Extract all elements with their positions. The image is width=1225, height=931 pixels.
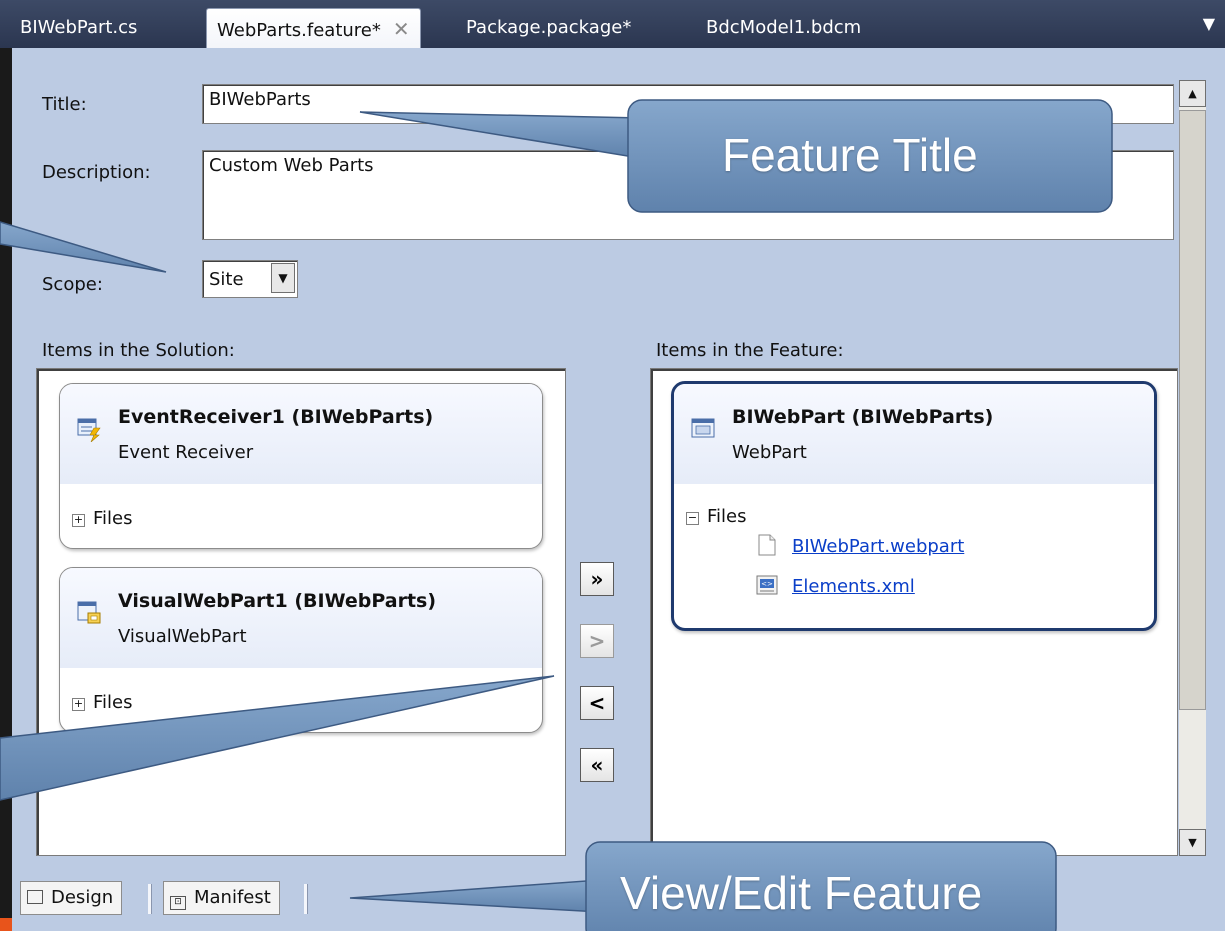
scope-dropdown[interactable]: Site ▼ (202, 260, 298, 298)
tab-label: WebParts.feature* (217, 20, 381, 41)
add-button[interactable]: > (580, 624, 614, 658)
callout-feature-title-text: Feature Title (722, 129, 978, 181)
vertical-scrollbar[interactable]: ▲ ▼ (1179, 80, 1206, 856)
files-node[interactable]: − Files (686, 506, 747, 527)
scroll-down-icon[interactable]: ▼ (1179, 829, 1206, 856)
files-label: Files (93, 508, 133, 529)
document-tab-bar: BIWebPart.cs WebParts.feature* ✕ Package.… (0, 0, 1225, 49)
manifest-view-button[interactable]: ⊡ Manifest (163, 881, 280, 915)
title-label: Title: (42, 94, 87, 115)
file-link-elements[interactable]: Elements.xml (792, 576, 915, 597)
view-separator (304, 884, 308, 914)
design-label: Design (51, 887, 114, 908)
card-header (60, 568, 542, 668)
solution-item-card[interactable]: EventReceiver1 (BIWebParts) Event Receiv… (59, 383, 543, 549)
solution-heading: Items in the Solution: (42, 340, 235, 361)
remove-all-button[interactable]: « (580, 748, 614, 782)
remove-button[interactable]: < (580, 686, 614, 720)
tab-dropdown-icon[interactable]: ▼ (1203, 14, 1215, 33)
files-node[interactable]: + Files (72, 692, 133, 713)
scope-label: Scope: (42, 274, 103, 295)
card-title: BIWebPart (BIWebParts) (732, 406, 994, 428)
files-label: Files (707, 506, 747, 527)
solution-item-card[interactable]: VisualWebPart1 (BIWebParts) VisualWebPar… (59, 567, 543, 733)
card-title: VisualWebPart1 (BIWebParts) (118, 590, 437, 612)
xml-file-icon: <> (756, 575, 778, 595)
description-input[interactable]: Custom Web Parts (202, 150, 1174, 240)
card-title: EventReceiver1 (BIWebParts) (118, 406, 434, 428)
description-value: Custom Web Parts (209, 155, 374, 176)
webpart-icon (691, 418, 715, 438)
scroll-thumb[interactable] (1179, 110, 1206, 710)
scope-value: Site (209, 269, 244, 290)
design-view-button[interactable]: Design (20, 881, 123, 915)
solution-items-pane[interactable]: EventReceiver1 (BIWebParts) Event Receiv… (36, 368, 566, 856)
feature-designer: Title: BIWebParts Description: Custom We… (12, 48, 1225, 931)
title-value: BIWebParts (209, 89, 311, 110)
card-type: Event Receiver (118, 442, 254, 463)
feature-item-card[interactable]: BIWebPart (BIWebParts) WebPart − Files BI… (671, 381, 1157, 631)
callout-view-edit-text: View/Edit Feature (620, 867, 983, 919)
card-header (60, 384, 542, 484)
feature-heading: Items in the Feature: (656, 340, 844, 361)
card-type: WebPart (732, 442, 807, 463)
expand-icon[interactable]: + (72, 698, 85, 711)
file-link-webpart[interactable]: BIWebPart.webpart (792, 536, 964, 557)
close-icon[interactable]: ✕ (393, 17, 410, 41)
webpart-file-icon (758, 534, 776, 556)
collapse-icon[interactable]: − (686, 512, 699, 525)
card-header (674, 384, 1154, 484)
add-all-button[interactable]: » (580, 562, 614, 596)
svg-text:<>: <> (761, 580, 773, 588)
scroll-up-icon[interactable]: ▲ (1179, 80, 1206, 107)
event-receiver-icon (77, 418, 101, 442)
chevron-down-icon[interactable]: ▼ (271, 263, 295, 293)
visual-webpart-icon (77, 601, 101, 624)
feature-items-pane[interactable]: BIWebPart (BIWebParts) WebPart − Files BI… (650, 368, 1178, 856)
files-label: Files (93, 692, 133, 713)
tab-webparts-feature[interactable]: WebParts.feature* ✕ (206, 8, 421, 49)
tab-package-package[interactable]: Package.package* (460, 8, 631, 48)
card-type: VisualWebPart (118, 626, 247, 647)
expand-icon[interactable]: + (72, 514, 85, 527)
title-input[interactable]: BIWebParts (202, 84, 1174, 124)
view-separator (148, 884, 152, 914)
tab-label: BdcModel1.bdcm (706, 17, 862, 38)
description-label: Description: (42, 162, 151, 183)
tab-label: Package.package* (466, 17, 632, 38)
files-node[interactable]: + Files (72, 508, 133, 529)
status-marker (0, 918, 12, 931)
manifest-label: Manifest (194, 887, 271, 908)
tab-bdcmodel1-bdcm[interactable]: BdcModel1.bdcm (700, 8, 861, 48)
tab-biwebpart-cs[interactable]: BIWebPart.cs (14, 8, 137, 48)
manifest-icon: ⊡ (170, 896, 186, 910)
design-icon (27, 890, 43, 904)
tab-label: BIWebPart.cs (20, 17, 138, 38)
